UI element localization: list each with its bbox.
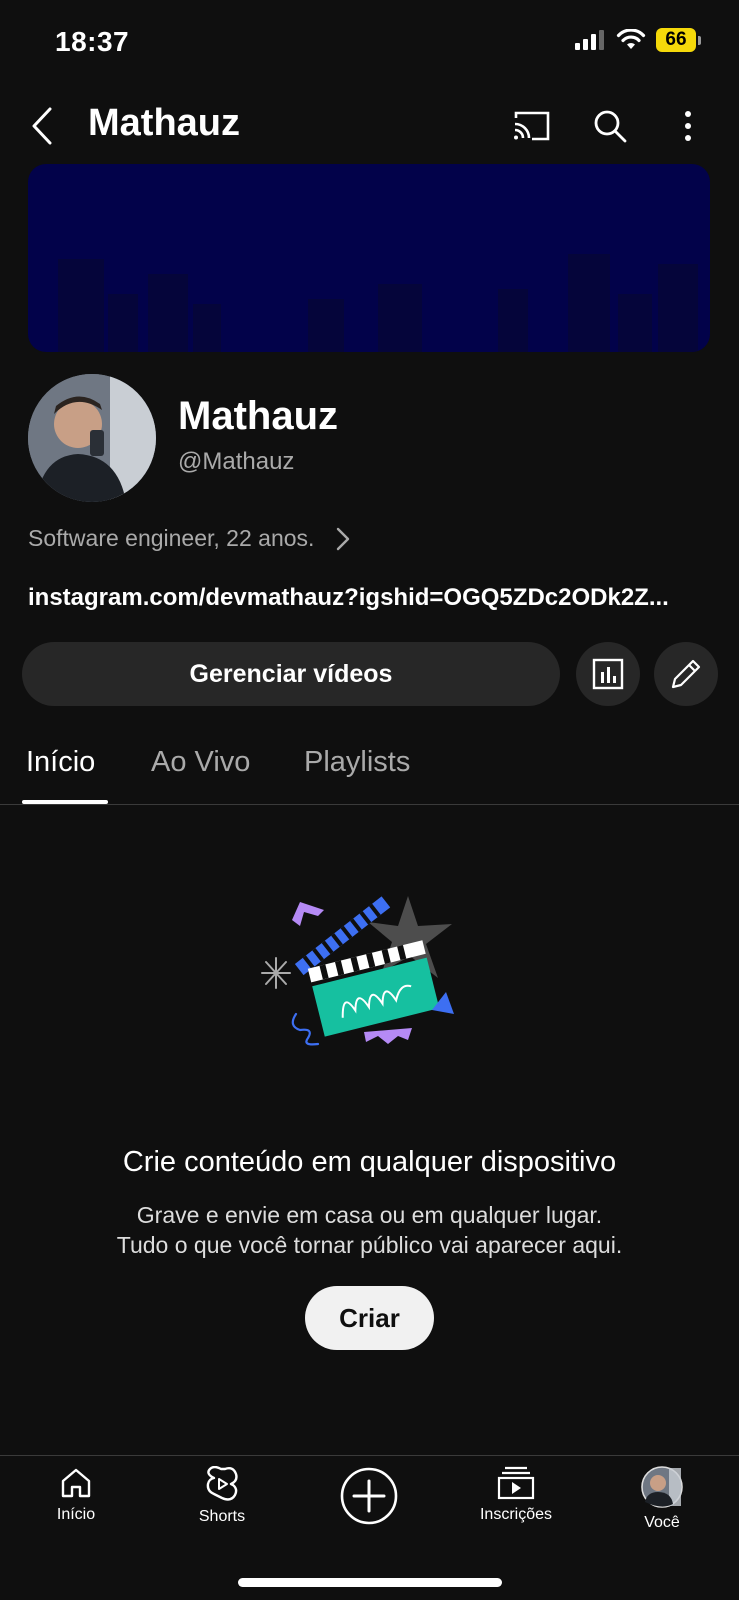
nav-item-voce[interactable]: Você — [602, 1466, 722, 1532]
channel-avatar[interactable] — [28, 374, 156, 502]
edit-channel-button[interactable] — [654, 642, 718, 706]
cellular-signal-icon — [575, 30, 604, 50]
status-time: 18:37 — [55, 26, 130, 57]
channel-about-row[interactable]: Software engineer, 22 anos. — [28, 525, 350, 552]
search-button[interactable] — [588, 104, 632, 148]
home-icon — [61, 1468, 91, 1498]
page-title: Mathauz — [88, 102, 240, 144]
cast-icon — [514, 111, 550, 141]
more-options-button[interactable] — [666, 104, 710, 148]
more-vertical-icon — [685, 111, 691, 141]
nav-label-voce: Você — [644, 1514, 680, 1531]
manage-videos-button[interactable]: Gerenciar vídeos — [22, 642, 560, 706]
nav-item-shorts[interactable]: Shorts — [162, 1466, 282, 1526]
analytics-icon — [592, 658, 624, 690]
empty-state-line-2: Tudo o que você tornar público vai apare… — [116, 1232, 623, 1258]
bottom-nav-divider — [0, 1455, 739, 1456]
channel-handle: @Mathauz — [178, 448, 295, 475]
home-indicator — [238, 1578, 502, 1587]
chevron-right-icon — [337, 527, 350, 550]
tabs-divider — [0, 804, 739, 805]
channel-banner — [28, 164, 710, 352]
analytics-button[interactable] — [576, 642, 640, 706]
channel-link[interactable]: instagram.com/devmathauz?igshid=OGQ5ZDc2… — [28, 584, 718, 612]
nav-item-inicio[interactable]: Início — [16, 1466, 136, 1524]
empty-state-line-1: Grave e envie em casa ou em qualquer lug… — [136, 1202, 603, 1228]
empty-state-description: Grave e envie em casa ou em qualquer lug… — [0, 1200, 739, 1260]
create-button[interactable]: Criar — [305, 1286, 434, 1350]
nav-label-inicio: Início — [56, 1506, 96, 1523]
battery-tip — [698, 35, 701, 45]
cast-button[interactable] — [510, 104, 554, 148]
nav-create-button[interactable] — [339, 1466, 399, 1526]
tab-ao-vivo[interactable]: Ao Vivo — [151, 746, 250, 779]
nav-item-inscricoes[interactable]: Inscrições — [456, 1466, 576, 1524]
channel-name: Mathauz — [178, 394, 338, 438]
nav-label-inscricoes: Inscrições — [479, 1506, 553, 1523]
search-icon — [594, 110, 627, 143]
channel-description: Software engineer, 22 anos. — [28, 525, 315, 551]
chevron-left-icon — [32, 107, 52, 145]
wifi-icon — [616, 29, 646, 49]
empty-state-title: Crie conteúdo em qualquer dispositivo — [122, 1146, 617, 1178]
create-plus-icon — [340, 1467, 398, 1525]
clapperboard-illustration — [261, 896, 454, 1046]
status-icons: 66 — [574, 28, 701, 52]
nav-label-shorts: Shorts — [198, 1508, 246, 1525]
back-button[interactable] — [22, 104, 62, 148]
shorts-icon — [206, 1466, 238, 1501]
tab-inicio[interactable]: Início — [26, 746, 95, 779]
city-skyline-graphic — [58, 254, 698, 352]
avatar-photo — [28, 374, 156, 502]
pencil-icon — [671, 659, 701, 689]
subscriptions-icon — [497, 1466, 535, 1500]
avatar — [641, 1466, 683, 1508]
tab-playlists[interactable]: Playlists — [304, 746, 410, 779]
battery-indicator: 66 — [656, 28, 696, 52]
